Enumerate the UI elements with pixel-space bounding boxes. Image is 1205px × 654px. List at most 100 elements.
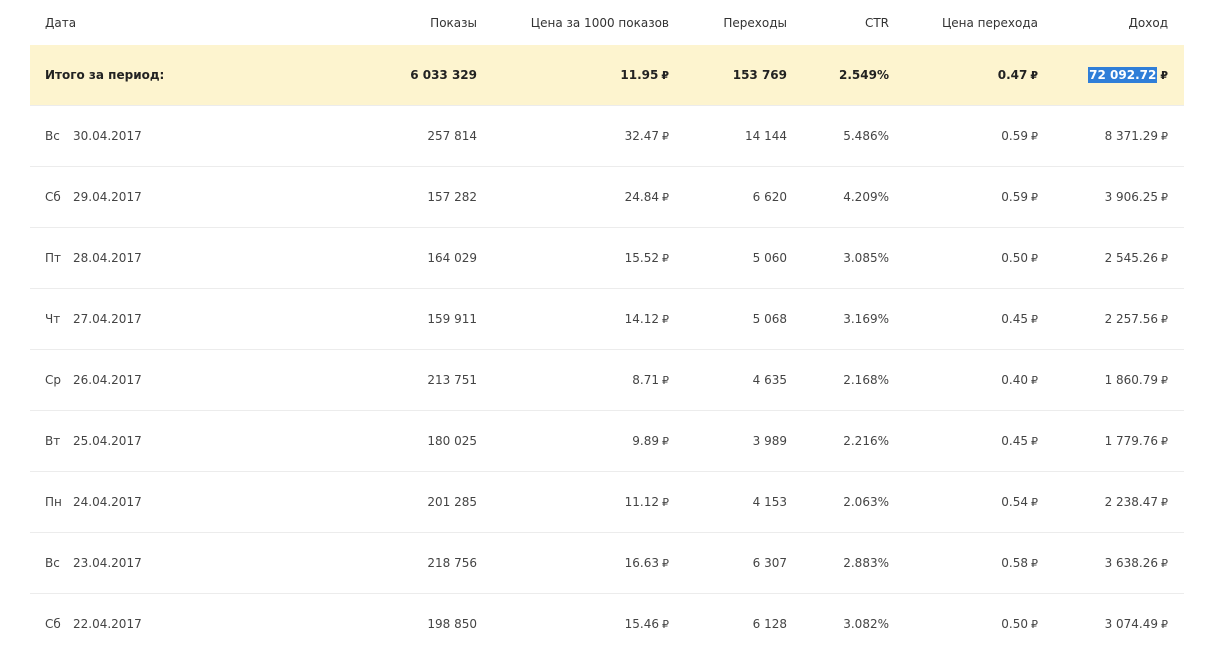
table-row[interactable]: Вс30.04.2017257 81432.47₽14 1445.486%0.5… bbox=[30, 106, 1184, 167]
total-cpm: 11.95₽ bbox=[477, 45, 669, 106]
weekday-label: Вс bbox=[45, 129, 73, 143]
row-cpm: 32.47₽ bbox=[477, 106, 669, 167]
row-cpm-value: 9.89 bbox=[632, 434, 659, 448]
ruble-sign: ₽ bbox=[1161, 374, 1168, 387]
row-date-cell: Вс23.04.2017 bbox=[30, 533, 335, 594]
row-cpc-value: 0.45 bbox=[1001, 312, 1028, 326]
row-cpm-value: 11.12 bbox=[625, 495, 659, 509]
row-shows: 257 814 bbox=[335, 106, 477, 167]
table-row[interactable]: Пт28.04.2017164 02915.52₽5 0603.085%0.50… bbox=[30, 228, 1184, 289]
row-cpm-value: 8.71 bbox=[632, 373, 659, 387]
weekday-label: Пн bbox=[45, 495, 73, 509]
total-cpc-value: 0.47 bbox=[998, 68, 1028, 82]
total-shows: 6 033 329 bbox=[335, 45, 477, 106]
row-date-cell: Сб29.04.2017 bbox=[30, 167, 335, 228]
ruble-sign: ₽ bbox=[1031, 557, 1038, 570]
row-income-value: 2 545.26 bbox=[1105, 251, 1158, 265]
ruble-sign: ₽ bbox=[1160, 69, 1168, 82]
row-clicks: 14 144 bbox=[669, 106, 787, 167]
table-row[interactable]: Вс23.04.2017218 75616.63₽6 3072.883%0.58… bbox=[30, 533, 1184, 594]
row-cpc: 0.54₽ bbox=[889, 472, 1038, 533]
row-income-value: 3 906.25 bbox=[1105, 190, 1158, 204]
table-row[interactable]: Сб29.04.2017157 28224.84₽6 6204.209%0.59… bbox=[30, 167, 1184, 228]
row-income-value: 8 371.29 bbox=[1105, 129, 1158, 143]
header-clicks[interactable]: Переходы bbox=[669, 0, 787, 45]
row-date-cell: Ср26.04.2017 bbox=[30, 350, 335, 411]
date-label: 30.04.2017 bbox=[73, 129, 142, 143]
row-cpc-value: 0.40 bbox=[1001, 373, 1028, 387]
ruble-sign: ₽ bbox=[1031, 435, 1038, 448]
weekday-label: Вс bbox=[45, 556, 73, 570]
date-label: 28.04.2017 bbox=[73, 251, 142, 265]
ruble-sign: ₽ bbox=[662, 191, 669, 204]
row-shows: 201 285 bbox=[335, 472, 477, 533]
row-ctr: 2.216% bbox=[787, 411, 889, 472]
table-row[interactable]: Вт25.04.2017180 0259.89₽3 9892.216%0.45₽… bbox=[30, 411, 1184, 472]
header-cpm[interactable]: Цена за 1000 показов bbox=[477, 0, 669, 45]
date-label: 22.04.2017 bbox=[73, 617, 142, 631]
row-cpm: 15.52₽ bbox=[477, 228, 669, 289]
stats-table-container: Дата Показы Цена за 1000 показов Переход… bbox=[30, 0, 1170, 654]
row-income: 1 860.79₽ bbox=[1038, 350, 1184, 411]
total-clicks: 153 769 bbox=[669, 45, 787, 106]
row-cpm-value: 15.46 bbox=[625, 617, 659, 631]
row-date-cell: Чт27.04.2017 bbox=[30, 289, 335, 350]
ruble-sign: ₽ bbox=[1031, 191, 1038, 204]
total-label: Итого за период: bbox=[30, 45, 335, 106]
row-cpc: 0.50₽ bbox=[889, 228, 1038, 289]
table-header-row: Дата Показы Цена за 1000 показов Переход… bbox=[30, 0, 1184, 45]
weekday-label: Чт bbox=[45, 312, 73, 326]
ruble-sign: ₽ bbox=[1161, 252, 1168, 265]
ruble-sign: ₽ bbox=[662, 435, 669, 448]
header-cpc[interactable]: Цена перехода bbox=[889, 0, 1038, 45]
row-shows: 198 850 bbox=[335, 594, 477, 654]
table-row[interactable]: Сб22.04.2017198 85015.46₽6 1283.082%0.50… bbox=[30, 594, 1184, 654]
total-cpm-value: 11.95 bbox=[620, 68, 658, 82]
row-cpm: 16.63₽ bbox=[477, 533, 669, 594]
table-row[interactable]: Ср26.04.2017213 7518.71₽4 6352.168%0.40₽… bbox=[30, 350, 1184, 411]
row-cpc-value: 0.54 bbox=[1001, 495, 1028, 509]
ruble-sign: ₽ bbox=[662, 618, 669, 631]
date-label: 24.04.2017 bbox=[73, 495, 142, 509]
row-clicks: 3 989 bbox=[669, 411, 787, 472]
header-date[interactable]: Дата bbox=[30, 0, 335, 45]
row-cpc: 0.45₽ bbox=[889, 411, 1038, 472]
row-cpm-value: 16.63 bbox=[625, 556, 659, 570]
row-income-value: 1 860.79 bbox=[1105, 373, 1158, 387]
row-clicks: 5 060 bbox=[669, 228, 787, 289]
row-cpm: 8.71₽ bbox=[477, 350, 669, 411]
row-shows: 164 029 bbox=[335, 228, 477, 289]
header-income[interactable]: Доход bbox=[1038, 0, 1184, 45]
row-shows: 159 911 bbox=[335, 289, 477, 350]
header-ctr[interactable]: CTR bbox=[787, 0, 889, 45]
weekday-label: Вт bbox=[45, 434, 73, 448]
date-label: 25.04.2017 bbox=[73, 434, 142, 448]
total-income-value[interactable]: 72 092.72 bbox=[1088, 67, 1157, 83]
row-cpc: 0.59₽ bbox=[889, 106, 1038, 167]
ruble-sign: ₽ bbox=[662, 374, 669, 387]
row-income: 2 257.56₽ bbox=[1038, 289, 1184, 350]
row-cpc: 0.59₽ bbox=[889, 167, 1038, 228]
row-income: 3 074.49₽ bbox=[1038, 594, 1184, 654]
table-row[interactable]: Чт27.04.2017159 91114.12₽5 0683.169%0.45… bbox=[30, 289, 1184, 350]
row-cpm-value: 15.52 bbox=[625, 251, 659, 265]
header-shows[interactable]: Показы bbox=[335, 0, 477, 45]
row-ctr: 3.085% bbox=[787, 228, 889, 289]
row-income-value: 2 238.47 bbox=[1105, 495, 1158, 509]
ruble-sign: ₽ bbox=[662, 252, 669, 265]
row-shows: 213 751 bbox=[335, 350, 477, 411]
date-label: 23.04.2017 bbox=[73, 556, 142, 570]
row-cpm: 11.12₽ bbox=[477, 472, 669, 533]
row-cpc-value: 0.50 bbox=[1001, 617, 1028, 631]
row-cpm: 24.84₽ bbox=[477, 167, 669, 228]
row-income-value: 3 638.26 bbox=[1105, 556, 1158, 570]
row-ctr: 2.168% bbox=[787, 350, 889, 411]
row-income: 1 779.76₽ bbox=[1038, 411, 1184, 472]
row-date-cell: Вс30.04.2017 bbox=[30, 106, 335, 167]
row-clicks: 6 128 bbox=[669, 594, 787, 654]
row-ctr: 2.063% bbox=[787, 472, 889, 533]
table-row[interactable]: Пн24.04.2017201 28511.12₽4 1532.063%0.54… bbox=[30, 472, 1184, 533]
weekday-label: Ср bbox=[45, 373, 73, 387]
ruble-sign: ₽ bbox=[1031, 313, 1038, 326]
row-cpm: 9.89₽ bbox=[477, 411, 669, 472]
